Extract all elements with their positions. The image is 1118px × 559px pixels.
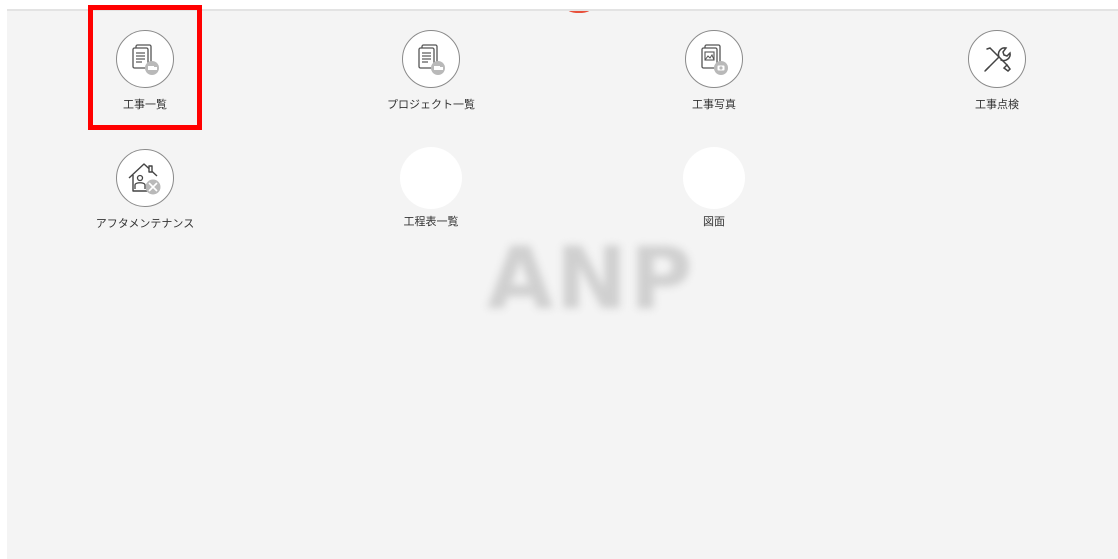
tile-label: 工事点検 (975, 98, 1019, 111)
blank-icon (400, 147, 462, 209)
tile-drawings[interactable]: 図面 (619, 147, 809, 243)
tile-label: 工事一覧 (123, 98, 167, 111)
tile-schedule-list[interactable]: 工程表一覧 (336, 147, 526, 243)
tile-after-maintenance[interactable]: アフタメンテナンス (50, 149, 240, 245)
tile-construction-list[interactable]: 工事一覧 (50, 30, 240, 126)
tools-icon (968, 30, 1026, 88)
tile-construction-photos[interactable]: 工事写真 (619, 30, 809, 126)
top-accent (562, 11, 596, 13)
tile-project-list[interactable]: プロジェクト一覧 (336, 30, 526, 126)
house-maintenance-icon (116, 149, 174, 207)
tile-label: アフタメンテナンス (95, 217, 195, 230)
tile-label: 図面 (703, 215, 725, 228)
document-list-icon (116, 30, 174, 88)
tile-label: 工事写真 (692, 98, 736, 111)
blank-icon (683, 147, 745, 209)
tile-label: 工程表一覧 (403, 215, 459, 228)
watermark-logo: ANP (487, 229, 695, 329)
app-frame: ANP 工事一覧 プロジェクト一覧 工事写真 工事点検 アフタメンテナンス 工程… (7, 9, 1118, 559)
document-list-icon (402, 30, 460, 88)
tile-construction-inspection[interactable]: 工事点検 (902, 30, 1092, 126)
photo-document-icon (685, 30, 743, 88)
tile-label: プロジェクト一覧 (387, 98, 475, 111)
